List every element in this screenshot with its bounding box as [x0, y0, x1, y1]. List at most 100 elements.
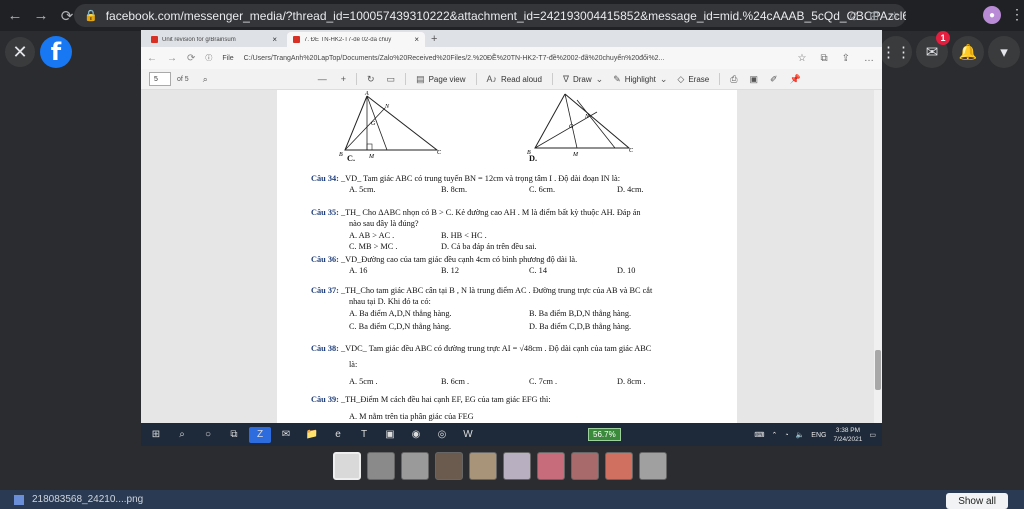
thumbnail-item[interactable] — [367, 452, 395, 480]
svg-text:N: N — [384, 104, 390, 110]
question-37: Câu 37: _TH_Cho tam giác ABC cân tại B ,… — [311, 286, 653, 295]
save-as-icon: ✐ — [769, 73, 778, 84]
cortana-icon: ○ — [204, 429, 212, 440]
chevron-down-icon: ⌄ — [595, 73, 604, 84]
chevron-up-icon: ⌃ — [771, 432, 778, 439]
notifications-bell-icon[interactable]: 🔔 — [952, 36, 984, 68]
back-icon: ← — [147, 52, 157, 64]
menu-icon[interactable]: ⋮ — [1010, 6, 1024, 23]
search-icon: ⌕ — [202, 73, 208, 84]
svg-text:G: G — [371, 121, 376, 127]
teams-icon: T — [360, 429, 368, 440]
pdf-icon — [293, 36, 300, 43]
wifi-icon: ◔ — [784, 431, 789, 439]
volume-icon: 🔈 — [795, 432, 805, 439]
pdf-viewer: A N G B M C C. N G B M C D. Câu 34: _VD_… — [141, 90, 882, 423]
erase-icon: ◇ — [677, 73, 685, 84]
collections-icon: ⧉ — [820, 52, 828, 64]
svg-text:G: G — [569, 124, 574, 130]
thumbnail-item[interactable] — [537, 452, 565, 480]
thumbnail-item[interactable] — [571, 452, 599, 480]
tab-close-icon: × — [414, 35, 419, 44]
thumbnail-item[interactable] — [401, 452, 429, 480]
download-item[interactable]: 218083568_24210....png — [14, 494, 143, 505]
windows-taskbar: ⊞ ⌕ ○ ⧉ Z ✉ 📁 e T ▣ ◉ ◎ W 56.7% ⌨ ⌃ ◔ 🔈 … — [141, 423, 882, 446]
thumbnail-item[interactable] — [333, 452, 361, 480]
pdf-scrollbar — [874, 90, 882, 423]
notification-badge: 1 — [936, 31, 950, 45]
windows-start-icon: ⊞ — [151, 429, 161, 440]
page-view-icon: ▤ — [416, 73, 425, 84]
question-38: Câu 38: _VDC_ Tam giác đều ABC có đường … — [311, 344, 652, 353]
favorites-icon: ☆ — [797, 52, 807, 64]
thumbnail-item[interactable] — [639, 452, 667, 480]
svg-text:M: M — [368, 154, 375, 160]
translate-icon[interactable]: ⊞ — [869, 9, 879, 23]
pdf-icon — [151, 36, 158, 43]
image-file-icon — [14, 494, 24, 505]
thumbnail-item[interactable] — [605, 452, 633, 480]
info-icon: ⓘ — [205, 55, 213, 62]
browser-toolbar: ← → ⟳ 🔒 facebook.com/messenger_media/?th… — [0, 0, 1024, 31]
address-bar[interactable]: 🔒 facebook.com/messenger_media/?thread_i… — [74, 4, 906, 27]
svg-text:B: B — [339, 152, 343, 158]
word-icon: W — [463, 429, 473, 440]
pin-icon: 📌 — [789, 73, 801, 84]
inner-tab-2: 7. ĐỀ TN-HK2-T7-đề 02-đã chuy × — [287, 32, 425, 47]
system-tray: ⌨ ⌃ ◔ 🔈 ENG 3:38 PM 7/24/2021 ▭ — [754, 427, 876, 443]
draw-icon: ∇ — [562, 73, 569, 84]
photos-icon: ▣ — [385, 429, 395, 440]
new-tab-icon: + — [431, 33, 438, 45]
folder-icon: 📁 — [305, 429, 319, 440]
inner-address-bar: ← → ⟳ ⓘ File C:/Users/TrangAnh%20LapTop/… — [141, 47, 882, 69]
search-icon: ⌕ — [179, 429, 185, 440]
inner-tab-1: Unit revision for g/Brainsum × — [145, 32, 283, 47]
close-icon[interactable]: ✕ — [5, 37, 35, 67]
back-icon[interactable]: ← — [4, 5, 26, 27]
bookmark-star-icon[interactable]: ☆ — [889, 9, 900, 23]
chrome-icon: ◎ — [437, 429, 447, 440]
thumbnail-item[interactable] — [503, 452, 531, 480]
account-menu-icon[interactable]: ▾ — [988, 36, 1020, 68]
triangle-figure-d: N G B M C — [527, 93, 634, 158]
lock-icon: 🔒 — [84, 10, 98, 22]
svg-text:C: C — [437, 150, 442, 156]
svg-text:C: C — [629, 148, 634, 154]
question-39: Câu 39: _TH_Điểm M cách đều hai cạnh EF,… — [311, 395, 551, 404]
inner-tab-strip: Unit revision for g/Brainsum × 7. ĐỀ TN-… — [141, 30, 882, 47]
pdf-toolbar: 5 of 5 ⌕ — + ↻ ▭ ▤ Page view A♪ Read aloud… — [141, 69, 882, 90]
forward-icon[interactable]: → — [30, 5, 52, 27]
profile-avatar[interactable]: ● — [983, 6, 1001, 24]
rotate-icon: ↻ — [367, 73, 375, 84]
tab-close-icon: × — [272, 35, 277, 44]
save-icon: ▣ — [749, 73, 758, 84]
chevron-down-icon: ⌄ — [659, 73, 668, 84]
question-35: Câu 35: _TH_ Cho ΔABC nhọn có B > C. Kẻ … — [311, 208, 641, 217]
read-aloud-icon: A♪ — [486, 74, 498, 84]
shared-screenshot: Unit revision for g/Brainsum × 7. ĐỀ TN-… — [141, 30, 882, 423]
facebook-logo[interactable]: f — [40, 36, 72, 68]
highlight-icon: ✎ — [613, 73, 621, 84]
thumbnail-item[interactable] — [435, 452, 463, 480]
action-center-icon: ▭ — [869, 432, 876, 439]
blocked-icon[interactable]: ⊘ — [849, 9, 859, 23]
zalo-icon: Z — [249, 426, 271, 443]
task-view-icon: ⧉ — [230, 429, 238, 440]
show-all-button[interactable]: Show all — [946, 493, 1008, 509]
edge-icon: e — [335, 429, 341, 440]
fit-page-icon: ▭ — [386, 73, 396, 84]
zoom-out-icon: — — [317, 74, 327, 84]
question-36: Câu 36: _VD_Đường cao của tam giác đều c… — [311, 255, 578, 264]
thumbnail-item[interactable] — [469, 452, 497, 480]
share-icon: ⇪ — [841, 52, 850, 64]
svg-text:A: A — [364, 91, 369, 97]
download-bar: 218083568_24210....png Show all — [0, 490, 1024, 509]
svg-text:M: M — [572, 152, 579, 158]
app-icon: ◉ — [411, 429, 421, 440]
battery-indicator: 56.7% — [588, 428, 621, 441]
menu-grid-icon[interactable]: ⋮⋮ — [880, 36, 912, 68]
reload-icon: ⟳ — [187, 52, 196, 64]
url-text: facebook.com/messenger_media/?thread_id=… — [105, 8, 906, 23]
question-34: Câu 34: _VD_ Tam giác ABC có trung tuyến… — [311, 174, 621, 183]
keyboard-icon: ⌨ — [754, 432, 765, 439]
